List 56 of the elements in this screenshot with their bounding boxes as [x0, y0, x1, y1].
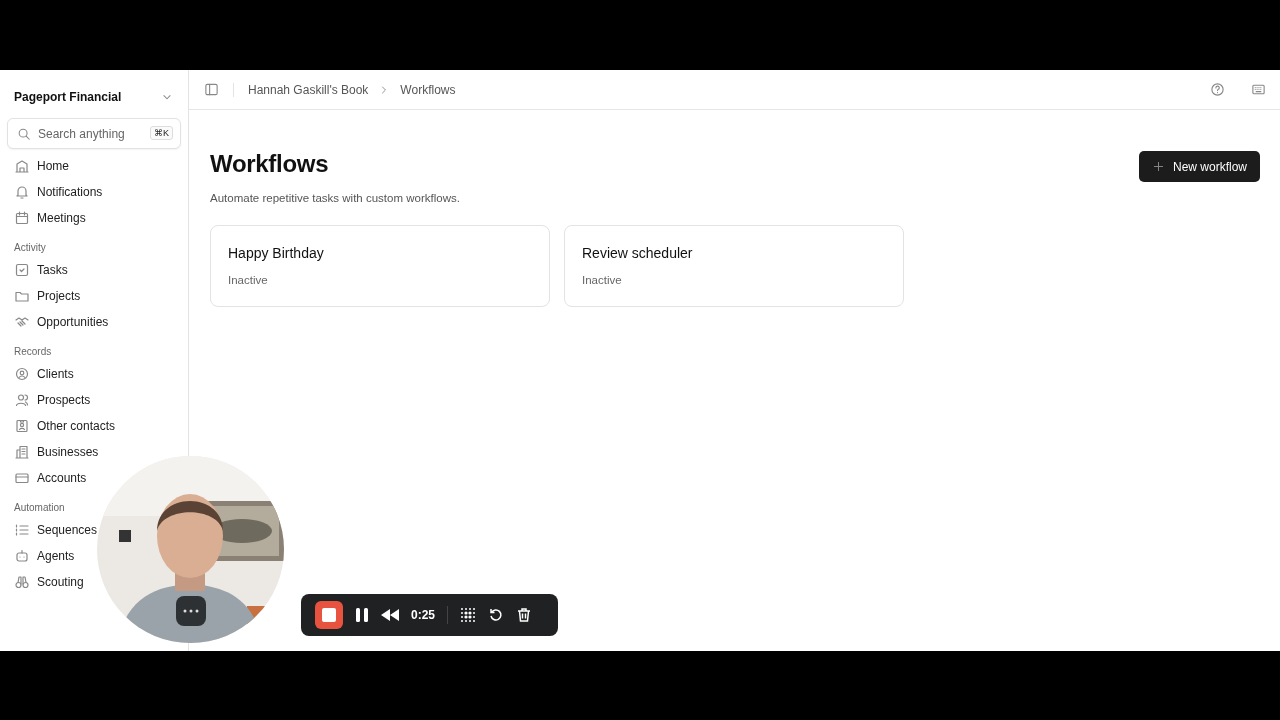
breadcrumb-link[interactable]: Hannah Gaskill's Book [248, 82, 369, 97]
badge-icon [14, 418, 30, 434]
nav-item[interactable]: Sequences [7, 517, 98, 543]
nav-item[interactable]: Accounts [7, 465, 87, 491]
nav-item[interactable]: Other contacts [7, 413, 116, 439]
nav-item[interactable]: Tasks [7, 257, 68, 283]
stop-button[interactable] [315, 601, 343, 629]
nav-item[interactable]: Home [7, 153, 69, 179]
person-icon [14, 392, 30, 408]
breadcrumb-link[interactable]: Workflows [400, 82, 456, 97]
workflow-status: Inactive [582, 274, 623, 286]
more-button[interactable] [176, 596, 206, 626]
pause-button[interactable] [355, 607, 369, 623]
search-icon [17, 127, 31, 141]
help-icon [1210, 82, 1225, 97]
card-icon [14, 470, 30, 486]
nav-item[interactable]: Scouting [7, 569, 84, 595]
workflow-name: Review scheduler [582, 245, 694, 261]
plus-icon [1152, 160, 1165, 173]
keyboard-icon [1251, 82, 1266, 97]
bell-icon [14, 184, 30, 200]
org-name: Pageport Financial [14, 90, 122, 104]
checkbox-icon [14, 262, 30, 278]
section-label: Activity [13, 241, 47, 255]
workflow-card[interactable]: Happy Birthday Inactive [210, 225, 550, 307]
contact-icon [14, 366, 30, 382]
recording-time: 0:25 [411, 608, 436, 622]
nav-item[interactable]: Prospects [7, 387, 91, 413]
restart-button[interactable] [488, 607, 505, 623]
nav-item[interactable]: Opportunities [7, 309, 109, 335]
list-icon [14, 522, 30, 538]
delete-button[interactable] [516, 607, 533, 623]
nav-item[interactable]: Agents [7, 543, 75, 569]
nav-item[interactable]: Businesses [7, 439, 99, 465]
workflow-name: Happy Birthday [228, 245, 325, 261]
grid-button[interactable] [460, 607, 477, 623]
nav-item[interactable]: Projects [7, 283, 81, 309]
page-subtitle: Automate repetitive tasks with custom workflows. [210, 192, 460, 204]
nav-item[interactable]: Notifications [7, 179, 103, 205]
new-workflow-button[interactable]: New workflow [1139, 151, 1260, 182]
nav-item[interactable]: Meetings [7, 205, 86, 231]
calendar-icon [14, 210, 30, 226]
home-icon [14, 158, 30, 174]
sidebar-toggle-icon [204, 82, 219, 97]
rewind-button[interactable] [381, 609, 399, 621]
shortcut-hint: ⌘K [150, 126, 173, 140]
building-icon [14, 444, 30, 460]
section-label: Records [13, 345, 53, 359]
nav-item[interactable]: Clients [7, 361, 74, 387]
binoculars-icon [14, 574, 30, 590]
section-label: Automation [13, 501, 66, 515]
robot-icon [14, 548, 30, 564]
more-icon [183, 609, 199, 613]
workflow-status: Inactive [228, 274, 269, 286]
workflow-card[interactable]: Review scheduler Inactive [564, 225, 904, 307]
page-title: Workflows [210, 150, 330, 178]
